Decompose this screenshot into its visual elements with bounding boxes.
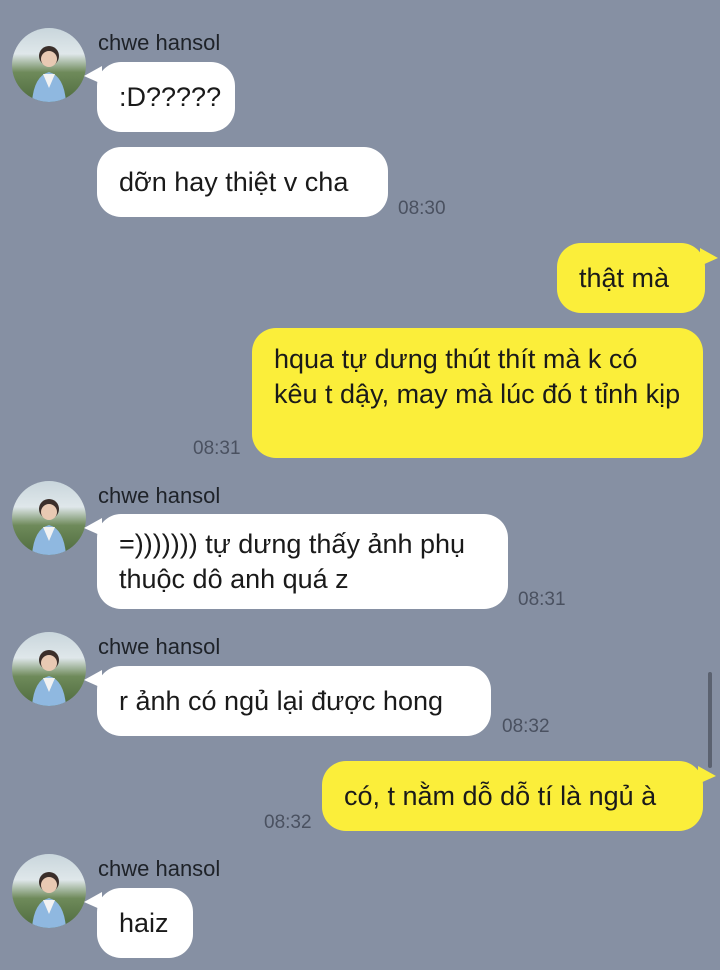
message-bubble[interactable]: dỡn hay thiệt v cha bbox=[97, 147, 388, 217]
message-time: 08:31 bbox=[518, 589, 566, 610]
message-bubble[interactable]: có, t nằm dỗ dỗ tí là ngủ à bbox=[322, 761, 703, 831]
sender-name: chwe hansol bbox=[98, 30, 221, 55]
contact-avatar[interactable] bbox=[12, 854, 86, 928]
message-time: 08:31 bbox=[193, 438, 241, 459]
message-text: r ảnh có ngủ lại được hong bbox=[119, 685, 443, 716]
contact-avatar[interactable] bbox=[12, 632, 86, 706]
message-text: thật mà bbox=[579, 262, 670, 293]
message-time: 08:32 bbox=[502, 716, 550, 737]
contact-avatar[interactable] bbox=[12, 28, 86, 102]
sender-name: chwe hansol bbox=[98, 634, 221, 659]
message-time: 08:32 bbox=[264, 812, 312, 833]
message-bubble[interactable]: r ảnh có ngủ lại được hong bbox=[97, 666, 491, 736]
message-text: :D????? bbox=[119, 81, 222, 112]
message-text: dỡn hay thiệt v cha bbox=[119, 166, 349, 197]
message-bubble[interactable]: =))))))) tự dưng thấy ảnh phụ thuộc dô a… bbox=[97, 514, 508, 609]
message-bubble[interactable]: :D????? bbox=[97, 62, 235, 132]
message-bubble[interactable]: hqua tự dưng thút thít mà k có kêu t dậy… bbox=[252, 328, 703, 458]
message-text: =))))))) tự dưng thấy ảnh phụ thuộc dô a… bbox=[119, 529, 466, 594]
sender-name: chwe hansol bbox=[98, 856, 221, 881]
message-text: hqua tự dưng thút thít mà k có kêu t dậy… bbox=[274, 344, 681, 409]
message-time: 08:30 bbox=[398, 198, 446, 219]
message-bubble[interactable]: thật mà bbox=[557, 243, 705, 313]
scrollbar-thumb[interactable] bbox=[708, 672, 712, 768]
bubble-tail bbox=[700, 248, 718, 266]
sender-name: chwe hansol bbox=[98, 483, 221, 508]
message-bubble[interactable]: haiz bbox=[97, 888, 193, 958]
message-text: haiz bbox=[119, 907, 169, 938]
message-text: có, t nằm dỗ dỗ tí là ngủ à bbox=[344, 780, 657, 811]
contact-avatar[interactable] bbox=[12, 481, 86, 555]
bubble-tail bbox=[698, 766, 716, 784]
